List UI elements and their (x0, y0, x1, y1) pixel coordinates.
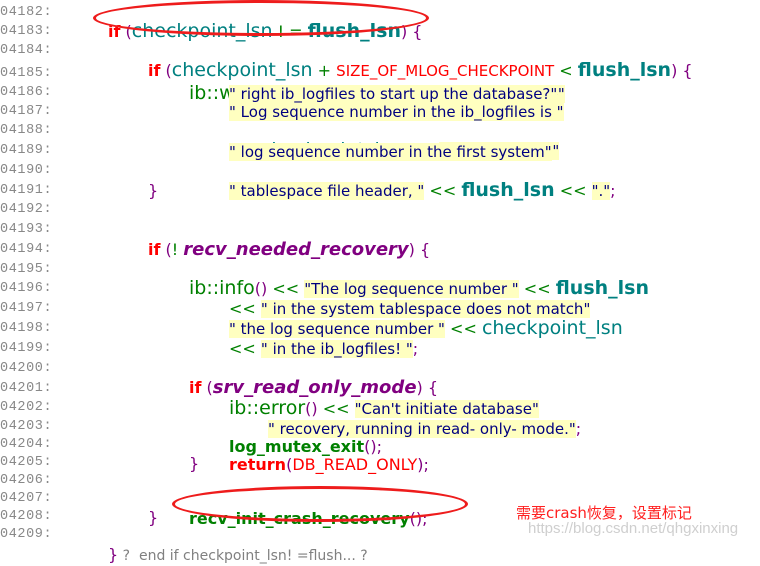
string-literal: " right ib_logfiles to start up the data… (229, 85, 558, 103)
keyword: if (148, 61, 161, 80)
semicolon: ; (575, 419, 582, 438)
comment: ? end if checkpoint_lsn! =flush... ? (118, 548, 368, 564)
code-line-4189: " log sequence number in the first syste… (229, 142, 552, 162)
string-literal: " in the ib_logfiles! " (260, 340, 413, 358)
identifier: checkpoint_lsn (481, 317, 623, 339)
identifier: flush_lsn (461, 179, 555, 201)
string-literal: "." (591, 182, 611, 200)
brace: } (108, 545, 119, 564)
operator: << (554, 181, 592, 200)
macro: DB_READ_ONLY (292, 455, 418, 474)
paren: ); (417, 455, 429, 474)
highlight-ellipse-top (93, 0, 429, 36)
line-number: 04188: (0, 123, 53, 138)
line-number: 04197: (0, 301, 53, 316)
line-number: 04207: (0, 491, 53, 506)
code-line-4208: } (148, 508, 159, 527)
paren: ( (160, 240, 172, 259)
code-line-4205: } (189, 454, 200, 473)
keyword: return (229, 455, 287, 474)
string-literal: " log sequence number in the first syste… (229, 143, 552, 161)
code-line-4193: if (! recv_needed_recovery) { (148, 221, 430, 259)
line-number: 04196: (0, 281, 53, 296)
line-number: 04194: (0, 242, 53, 257)
watermark: https://blog.csdn.net/qhgxinxing (528, 520, 739, 537)
code-line-4190: " tablespace file header, " << flush_lsn… (229, 162, 616, 201)
code-line-4198: << " in the ib_logfiles! "; (229, 320, 418, 359)
line-number: 04183: (0, 24, 53, 39)
line-number: 04190: (0, 163, 53, 178)
keyword: if (148, 240, 161, 259)
line-number: 04187: (0, 104, 53, 119)
line-number: 04193: (0, 222, 53, 237)
paren: ( (201, 378, 213, 397)
line-number: 04208: (0, 509, 53, 524)
code-line-4186: " right ib_logfiles to start up the data… (229, 84, 558, 104)
code-line-4191: } (148, 181, 159, 200)
keyword: if (189, 378, 202, 397)
semicolon: ; (610, 181, 616, 200)
line-number: 04209: (0, 527, 53, 542)
line-number: 04185: (0, 66, 53, 81)
operator: ! (171, 240, 184, 259)
code-line-4204: return(DB_READ_ONLY); (229, 436, 429, 474)
operator: << (229, 339, 261, 358)
paren: ) { (408, 240, 431, 259)
line-number: 04200: (0, 361, 53, 376)
line-number: 04206: (0, 473, 53, 488)
paren: ) { (671, 61, 693, 80)
line-number: 04192: (0, 202, 53, 217)
line-number: 04202: (0, 400, 53, 415)
code-line-4209: } ? end if checkpoint_lsn! =flush... ? (108, 526, 368, 566)
highlight-ellipse-bottom (172, 486, 468, 522)
code-line-4187: " Log sequence number in the ib_logfiles… (229, 102, 564, 122)
line-number: 04204: (0, 437, 53, 452)
global-variable: recv_needed_recovery (183, 239, 409, 260)
line-number: 04189: (0, 143, 53, 158)
identifier: flush_lsn (577, 59, 672, 81)
line-number: 04182: (0, 5, 53, 20)
line-number: 04198: (0, 321, 53, 336)
line-number: 04201: (0, 381, 53, 396)
line-number: 04203: (0, 419, 53, 434)
operator: << (444, 319, 482, 338)
line-number: 04205: (0, 455, 53, 470)
line-number: 04199: (0, 341, 53, 356)
line-number: 04195: (0, 262, 53, 277)
line-number: 04184: (0, 43, 53, 58)
operator: << (424, 181, 462, 200)
line-number: 04191: (0, 183, 53, 198)
semicolon: ; (412, 339, 419, 358)
string-literal: " Log sequence number in the ib_logfiles… (229, 103, 564, 121)
paren: ( (160, 61, 172, 80)
string-literal: " tablespace file header, " (229, 182, 425, 200)
line-number: 04186: (0, 85, 53, 100)
